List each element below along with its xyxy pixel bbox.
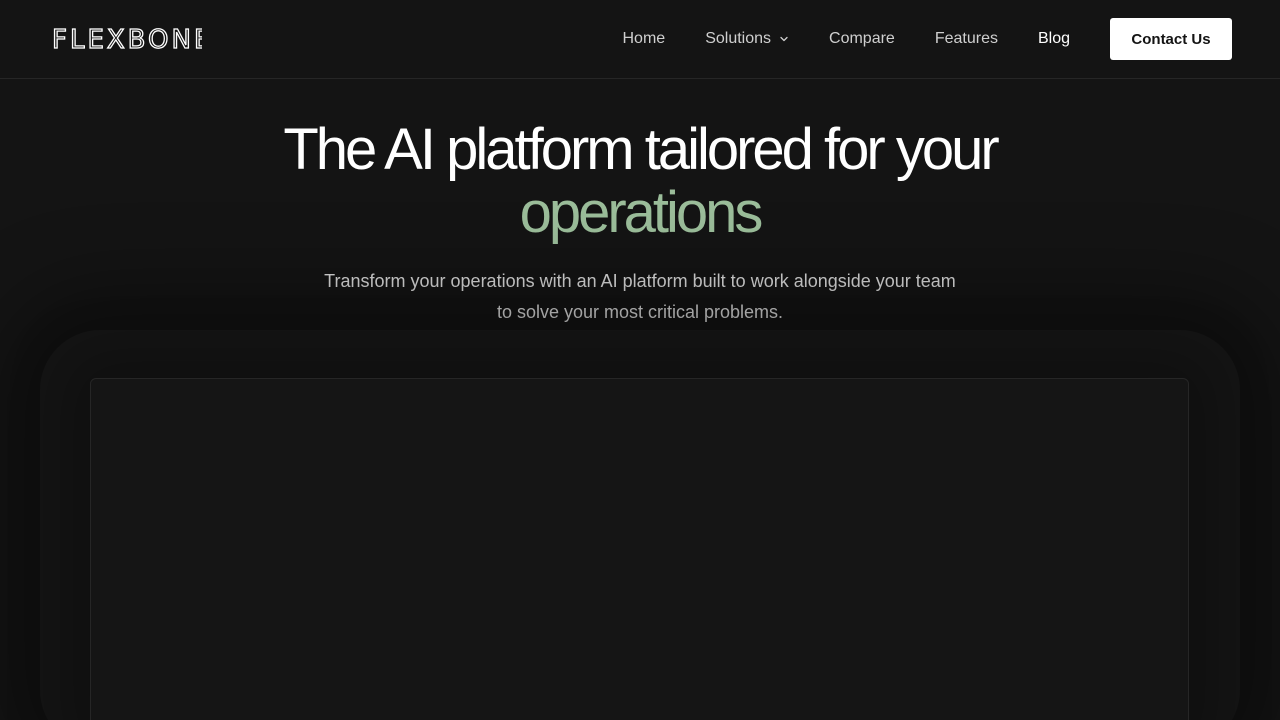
brand-logo[interactable]: FLEXBONE [52,24,202,52]
hero-title-main: The AI platform tailored for your [283,117,999,182]
page: FLEXBONE Home Solutions Compare Features… [0,0,1280,720]
contact-us-button[interactable]: Contact Us [1110,18,1232,60]
chevron-down-icon [780,36,788,42]
top-nav-bar: FLEXBONE Home Solutions Compare Features… [0,0,1280,79]
nav-solutions[interactable]: Solutions [705,30,789,48]
hero-title-accent: operations [519,180,764,245]
logo-wordmark-icon: FLEXBONE [52,24,202,52]
hero-title: The AI platform tailored for your operat… [0,118,1280,244]
nav-home[interactable]: Home [623,30,666,48]
nav-solutions-label: Solutions [705,30,772,47]
main-nav: Home Solutions Compare Features Blog Con… [623,0,1232,78]
nav-compare[interactable]: Compare [829,30,895,48]
nav-blog[interactable]: Blog [1038,30,1070,48]
hero-section: The AI platform tailored for your operat… [0,118,1280,328]
logo-text: FLEXBONE [52,25,202,52]
nav-features[interactable]: Features [935,30,998,48]
product-preview-panel [90,378,1189,720]
hero-subtitle: Transform your operations with an AI pla… [324,271,956,322]
